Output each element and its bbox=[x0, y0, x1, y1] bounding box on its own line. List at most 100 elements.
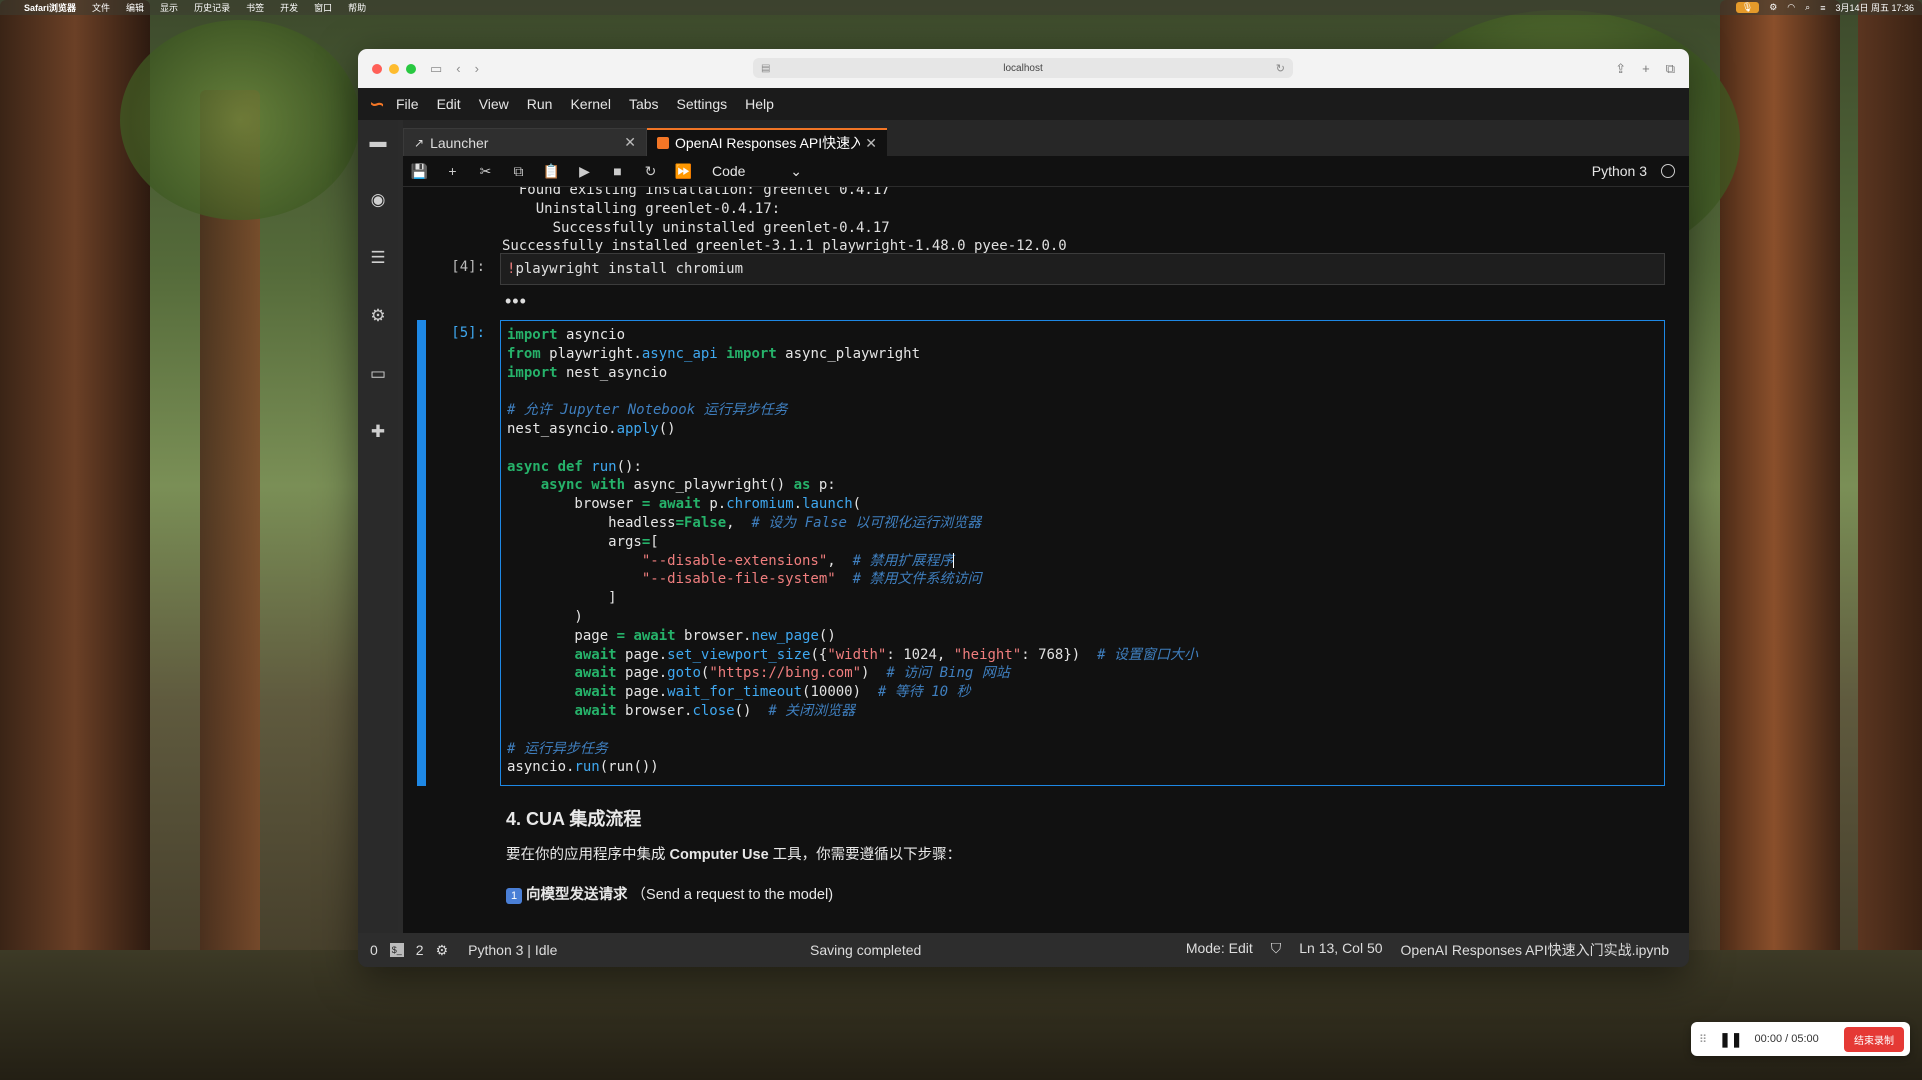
sidebar-toggle-icon[interactable]: ▭ bbox=[430, 61, 442, 77]
wifi-icon[interactable]: ◠ bbox=[1787, 2, 1795, 13]
notebook-icon bbox=[657, 137, 669, 149]
kernel-state[interactable]: Python 3 | Idle bbox=[468, 942, 557, 958]
cell-output: Found existing installation: greenlet 0.… bbox=[502, 187, 1067, 255]
menubar-item-window[interactable]: 窗口 bbox=[314, 1, 332, 14]
kernel-icon: ⚙ bbox=[435, 941, 449, 958]
menubar-item-view[interactable]: 显示 bbox=[160, 1, 178, 14]
shield-icon: ⛉ bbox=[1270, 940, 1282, 956]
menubar-item-history[interactable]: 历史记录 bbox=[194, 1, 230, 14]
page-icon: ▤ bbox=[761, 62, 771, 74]
code-editor[interactable]: import asyncio from playwright.async_api… bbox=[500, 320, 1665, 786]
status-icon[interactable]: ⚙ bbox=[1769, 2, 1777, 13]
recording-widget: ⠿ ❚❚ 00:00 / 05:00 结束录制 bbox=[1691, 1022, 1910, 1056]
tab-label: OpenAI Responses API快速入 bbox=[675, 135, 860, 151]
share-icon[interactable]: ⇪ bbox=[1615, 61, 1626, 77]
main-dock-panel: ↗ Launcher ✕ OpenAI Responses API快速入 ✕ 💾… bbox=[403, 120, 1689, 933]
jmenu-settings[interactable]: Settings bbox=[677, 96, 728, 112]
jmenu-edit[interactable]: Edit bbox=[437, 96, 461, 112]
minimize-window-button[interactable] bbox=[389, 63, 399, 74]
menubar-app-name[interactable]: Safari浏览器 bbox=[24, 1, 76, 14]
collapsed-output[interactable]: ••• bbox=[505, 291, 527, 312]
cell-type-value: Code bbox=[712, 162, 746, 179]
mode-indicator[interactable]: Mode: Edit bbox=[1186, 940, 1253, 960]
active-cell-indicator[interactable] bbox=[417, 320, 426, 786]
microphone-icon[interactable]: 🎙 bbox=[1735, 2, 1760, 13]
jupyter-logo-icon: ∽ bbox=[369, 93, 385, 114]
pause-icon[interactable]: ❚❚ bbox=[1719, 1031, 1742, 1048]
menubar-item-bookmarks[interactable]: 书签 bbox=[246, 1, 264, 14]
notebook-toolbar: 💾 + ✂ ⧉ 📋 ▶ ■ ↻ ⏩ Code ⌄ Python 3 bbox=[403, 156, 1689, 187]
background-tree-trunk bbox=[1720, 0, 1840, 1080]
close-icon[interactable]: ✕ bbox=[865, 135, 877, 152]
background-tree-trunk bbox=[1858, 0, 1922, 1080]
add-cell-icon[interactable]: + bbox=[436, 163, 469, 179]
run-icon[interactable]: ▶ bbox=[568, 163, 601, 180]
new-tab-icon[interactable]: + bbox=[1642, 61, 1650, 77]
tab-label: Launcher bbox=[430, 134, 489, 151]
folder-icon[interactable]: ▬ bbox=[370, 132, 387, 152]
kernel-status-icon bbox=[1661, 164, 1675, 178]
macos-menubar: Safari浏览器 文件 编辑 显示 历史记录 书签 开发 窗口 帮助 🎙 ⚙ … bbox=[0, 0, 1922, 15]
status-count[interactable]: 0 bbox=[370, 942, 378, 958]
left-sidebar: ▬ ◉ ☰ ⚙ ▭ ✚ bbox=[358, 120, 398, 933]
jmenu-tabs[interactable]: Tabs bbox=[629, 96, 659, 112]
background-ground bbox=[0, 950, 1922, 1080]
run-all-icon[interactable]: ⏩ bbox=[667, 163, 700, 180]
status-count[interactable]: 2 bbox=[416, 942, 424, 958]
background-tree-trunk bbox=[0, 0, 150, 1080]
jmenu-help[interactable]: Help bbox=[745, 96, 774, 112]
cell-type-select[interactable]: Code ⌄ bbox=[712, 163, 802, 180]
control-center-icon[interactable]: ≡ bbox=[1820, 3, 1825, 13]
save-icon[interactable]: 💾 bbox=[403, 163, 436, 180]
reload-icon[interactable]: ↻ bbox=[1276, 62, 1285, 75]
copy-icon[interactable]: ⧉ bbox=[502, 163, 535, 180]
menubar-item-help[interactable]: 帮助 bbox=[348, 1, 366, 14]
running-kernels-icon[interactable]: ◉ bbox=[371, 190, 386, 210]
save-status: Saving completed bbox=[810, 942, 922, 958]
menubar-item-develop[interactable]: 开发 bbox=[280, 1, 298, 14]
table-of-contents-icon[interactable]: ☰ bbox=[370, 248, 385, 268]
stop-icon[interactable]: ■ bbox=[601, 163, 634, 179]
paste-icon[interactable]: 📋 bbox=[535, 163, 568, 180]
close-window-button[interactable] bbox=[372, 63, 382, 74]
extensions-icon[interactable]: ✚ bbox=[371, 422, 385, 442]
drag-handle-icon[interactable]: ⠿ bbox=[1699, 1033, 1707, 1046]
kernel-name[interactable]: Python 3 bbox=[1592, 163, 1647, 179]
tab-overview-icon[interactable]: ⧉ bbox=[1666, 61, 1675, 77]
menubar-clock[interactable]: 3月14日 周五 17:36 bbox=[1835, 1, 1914, 14]
notebook-area: Found existing installation: greenlet 0.… bbox=[403, 187, 1689, 933]
jmenu-run[interactable]: Run bbox=[527, 96, 553, 112]
address-text: localhost bbox=[1003, 62, 1043, 74]
status-bar: 0 $_ 2 ⚙ Python 3 | Idle Saving complete… bbox=[358, 933, 1689, 967]
restart-icon[interactable]: ↻ bbox=[634, 163, 667, 180]
background-foliage bbox=[120, 20, 360, 220]
markdown-paragraph: 要在你的应用程序中集成 Computer Use 工具，你需要遵循以下步骤： bbox=[506, 847, 962, 863]
stop-recording-button[interactable]: 结束录制 bbox=[1844, 1026, 1904, 1052]
file-name: OpenAI Responses API快速入门实战.ipynb bbox=[1400, 942, 1669, 958]
jmenu-file[interactable]: File bbox=[396, 96, 419, 112]
menubar-item-edit[interactable]: 编辑 bbox=[126, 1, 144, 14]
markdown-heading: 4. CUA 集成流程 bbox=[506, 809, 642, 829]
cut-icon[interactable]: ✂ bbox=[469, 163, 502, 180]
terminal-icon: $_ bbox=[389, 943, 404, 957]
close-icon[interactable]: ✕ bbox=[624, 134, 636, 151]
tab-launcher[interactable]: ↗ Launcher ✕ bbox=[403, 128, 647, 156]
jmenu-view[interactable]: View bbox=[479, 96, 509, 112]
menubar-item-file[interactable]: 文件 bbox=[92, 1, 110, 14]
tab-notebook[interactable]: OpenAI Responses API快速入 ✕ bbox=[647, 128, 887, 156]
property-inspector-icon[interactable]: ⚙ bbox=[370, 306, 385, 326]
back-icon[interactable]: ‹ bbox=[456, 61, 460, 76]
cursor-position[interactable]: Ln 13, Col 50 bbox=[1299, 940, 1382, 960]
tabs-list-icon[interactable]: ▭ bbox=[370, 364, 386, 384]
number-badge-icon: 1 bbox=[506, 888, 522, 904]
jmenu-kernel[interactable]: Kernel bbox=[570, 96, 610, 112]
chevron-down-icon: ⌄ bbox=[790, 162, 802, 179]
search-icon[interactable]: ⌕ bbox=[1805, 2, 1810, 13]
zoom-window-button[interactable] bbox=[406, 63, 416, 74]
safari-window: ▭ ‹ › ▤ localhost ↻ ⇪ + ⧉ ∽ File Edit Vi… bbox=[358, 49, 1689, 967]
cell-prompt: [4]: bbox=[451, 259, 485, 275]
forward-icon[interactable]: › bbox=[475, 61, 479, 76]
address-bar[interactable]: ▤ localhost ↻ bbox=[753, 58, 1293, 78]
browser-titlebar: ▭ ‹ › ▤ localhost ↻ ⇪ + ⧉ bbox=[358, 49, 1689, 88]
code-cell[interactable]: ! playwright install chromium bbox=[500, 253, 1665, 285]
